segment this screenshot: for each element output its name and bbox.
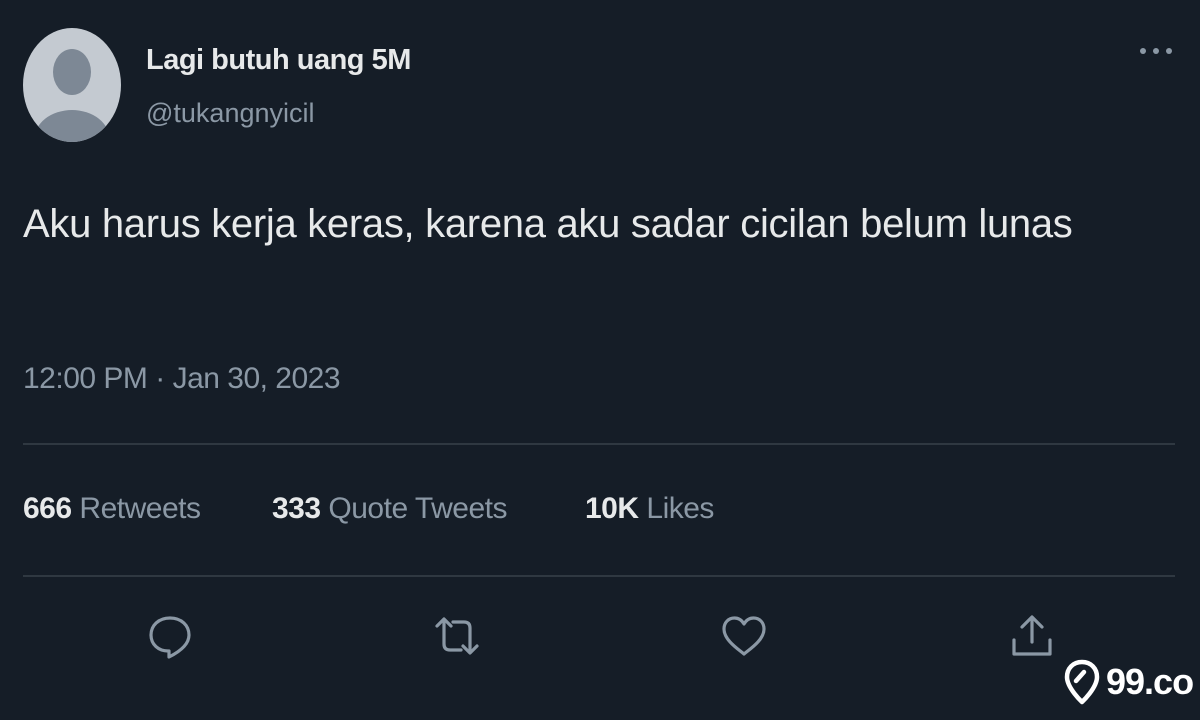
avatar[interactable]	[23, 28, 121, 142]
watermark: 99.co	[1062, 656, 1194, 708]
more-options-button[interactable]	[1135, 36, 1179, 66]
display-name[interactable]: Lagi butuh uang 5M	[146, 44, 411, 77]
retweets-stat[interactable]: 666 Retweets	[23, 492, 201, 526]
share-button[interactable]	[1006, 610, 1058, 662]
tweet-card: Lagi butuh uang 5M @tukangnyicil Aku har…	[0, 0, 1200, 720]
map-pin-icon	[1064, 659, 1100, 705]
watermark-text: 99.co	[1106, 661, 1194, 702]
retweets-label: Retweets	[79, 492, 201, 525]
quote-tweets-count: 333	[272, 492, 321, 525]
retweet-button[interactable]	[431, 610, 483, 662]
share-icon	[1012, 615, 1052, 656]
likes-count: 10K	[585, 492, 639, 525]
divider	[23, 443, 1175, 445]
likes-stat[interactable]: 10K Likes	[585, 492, 714, 526]
reply-icon	[149, 616, 191, 659]
retweet-icon	[435, 617, 479, 655]
tweet-timestamp[interactable]: 12:00 PM · Jan 30, 2023	[23, 362, 341, 396]
like-button[interactable]	[718, 610, 770, 662]
quote-tweets-stat[interactable]: 333 Quote Tweets	[272, 492, 507, 526]
divider	[23, 575, 1175, 577]
default-user-icon	[34, 49, 110, 142]
heart-icon	[722, 616, 766, 656]
reply-button[interactable]	[144, 610, 196, 662]
user-handle[interactable]: @tukangnyicil	[146, 98, 315, 129]
tweet-text: Aku harus kerja keras, karena aku sadar …	[23, 202, 1073, 246]
more-horizontal-icon	[1140, 48, 1172, 54]
quote-tweets-label: Quote Tweets	[328, 492, 507, 525]
retweets-count: 666	[23, 492, 72, 525]
likes-label: Likes	[646, 492, 714, 525]
